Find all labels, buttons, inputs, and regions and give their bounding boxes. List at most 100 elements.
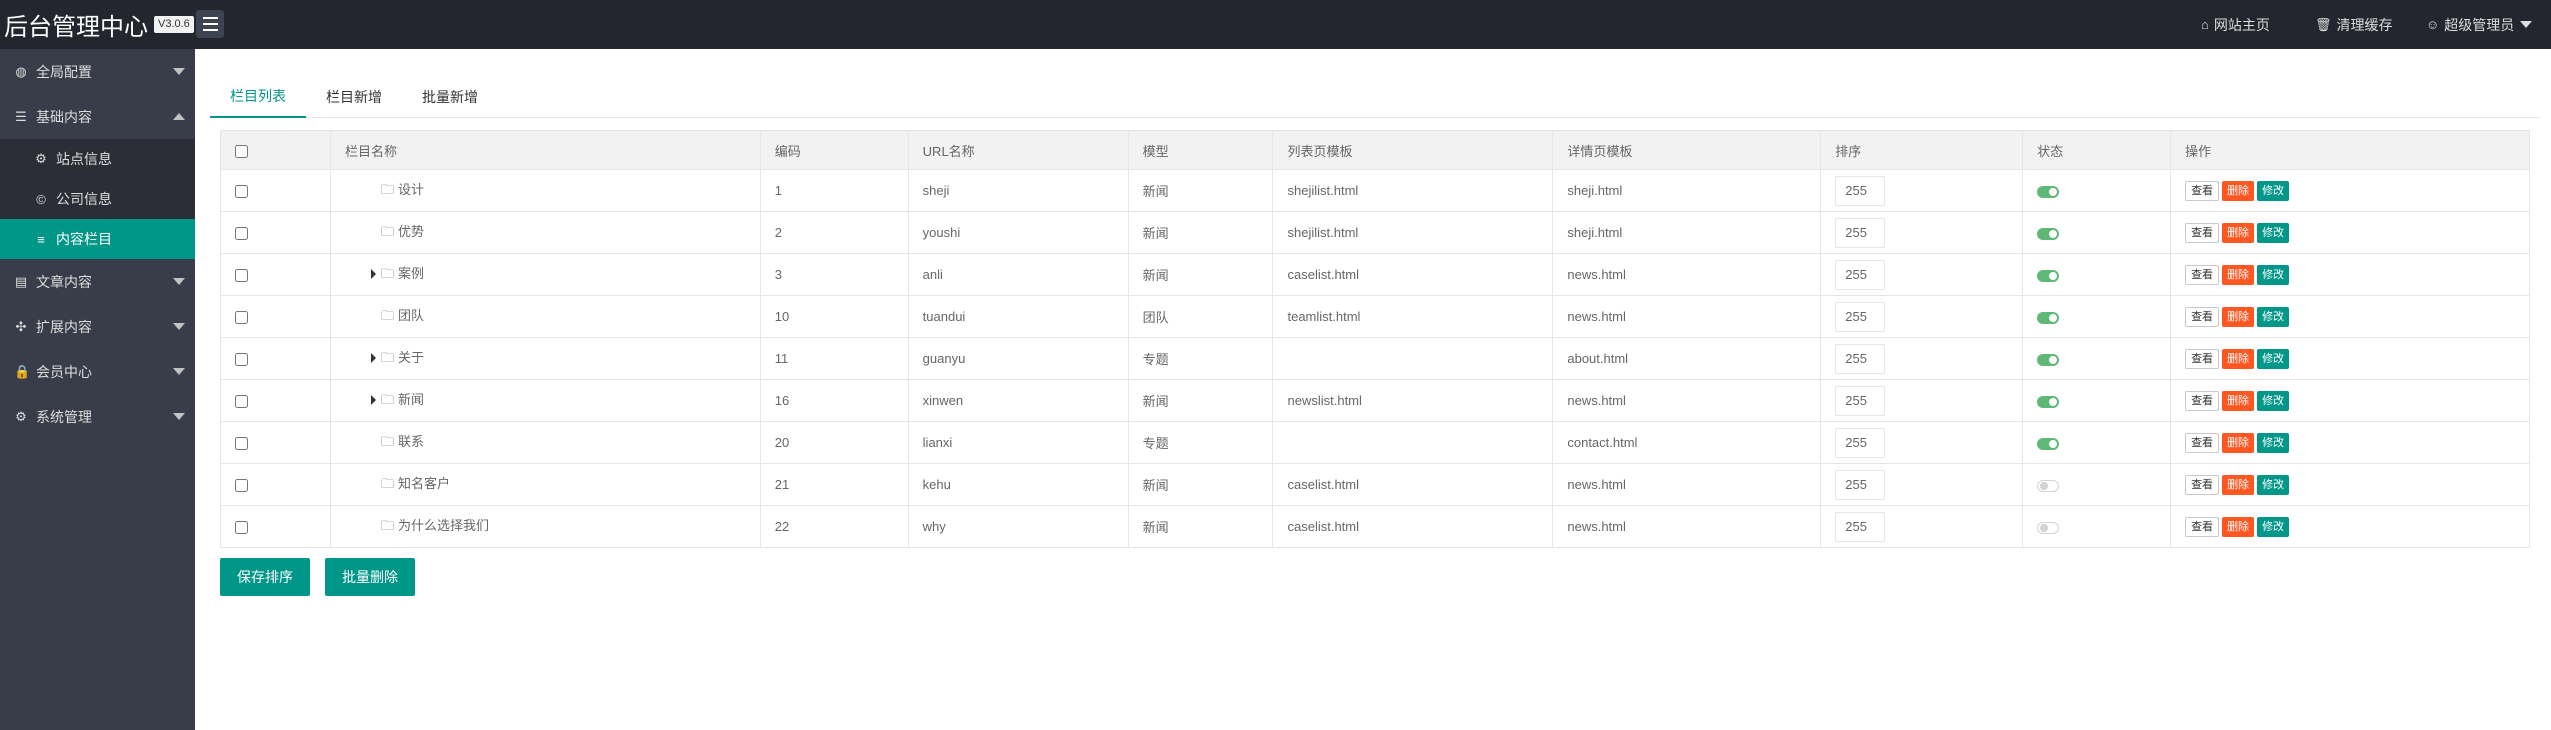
view-button[interactable]: 查看 (2185, 390, 2220, 411)
select-all-checkbox[interactable] (235, 144, 248, 158)
row-checkbox[interactable] (235, 521, 248, 535)
view-button[interactable]: 查看 (2185, 222, 2220, 243)
list-template-cell: caselist.html (1272, 463, 1554, 506)
sidebar-item-extended-content[interactable]: ✣ 扩展内容 (0, 304, 195, 349)
view-button[interactable]: 查看 (2185, 474, 2220, 495)
status-toggle[interactable] (2037, 395, 2060, 408)
status-cell (2022, 211, 2172, 254)
row-select-cell (220, 379, 331, 422)
copyright-icon: © (36, 191, 46, 207)
row-checkbox[interactable] (235, 311, 248, 325)
sidebar-item-label: 文章内容 (36, 273, 92, 290)
row-checkbox[interactable] (235, 395, 248, 409)
bars-icon: ≡ (37, 231, 45, 247)
sort-input[interactable] (1835, 469, 1886, 500)
sidebar-item-article-content[interactable]: ▤ 文章内容 (0, 259, 195, 304)
sort-input[interactable] (1835, 343, 1886, 374)
row-checkbox[interactable] (235, 227, 248, 241)
status-cell (2022, 253, 2172, 296)
view-button[interactable]: 查看 (2185, 180, 2220, 201)
tab-column-list[interactable]: 栏目列表 (210, 76, 306, 118)
edit-button[interactable]: 修改 (2257, 264, 2290, 285)
user-menu[interactable]: ☺ 超级管理员 (2426, 0, 2533, 49)
sort-input[interactable] (1835, 427, 1886, 458)
edit-button[interactable]: 修改 (2257, 432, 2290, 453)
column-name: 知名客户 (397, 475, 450, 491)
status-toggle[interactable] (2037, 437, 2060, 450)
url-name-cell: anli (907, 253, 1129, 296)
view-button[interactable]: 查看 (2185, 348, 2220, 369)
delete-button[interactable]: 删除 (2222, 222, 2255, 243)
delete-button[interactable]: 删除 (2222, 432, 2255, 453)
status-toggle[interactable] (2037, 521, 2060, 534)
edit-button[interactable]: 修改 (2257, 516, 2290, 537)
list-template-cell: shejilist.html (1272, 211, 1554, 254)
delete-button[interactable]: 删除 (2222, 474, 2255, 495)
row-checkbox[interactable] (235, 479, 248, 493)
view-button[interactable]: 查看 (2185, 264, 2220, 285)
clear-cache-label: 清理缓存 (2336, 16, 2393, 33)
status-toggle[interactable] (2037, 227, 2060, 240)
clear-cache-link[interactable]: 🗑 清理缓存 (2315, 0, 2393, 49)
sidebar-item-site-info[interactable]: ⚙ 站点信息 (0, 139, 195, 179)
expand-arrow-icon[interactable] (370, 353, 376, 364)
view-button[interactable]: 查看 (2185, 516, 2220, 537)
tab-column-add[interactable]: 栏目新增 (306, 76, 402, 118)
tab-batch-add[interactable]: 批量新增 (402, 76, 498, 118)
home-link[interactable]: ⌂ 网站主页 (2201, 0, 2270, 49)
sort-input[interactable] (1835, 385, 1886, 416)
expand-arrow-icon[interactable] (370, 395, 376, 406)
status-toggle[interactable] (2037, 353, 2060, 366)
view-button[interactable]: 查看 (2185, 432, 2220, 453)
row-checkbox[interactable] (235, 437, 248, 451)
delete-button[interactable]: 删除 (2222, 306, 2255, 327)
sidebar-item-company-info[interactable]: © 公司信息 (0, 179, 195, 219)
table-row: 🗀知名客户21kehu新闻caselist.htmlnews.html查看删除修… (220, 463, 2530, 506)
sidebar-item-basic-content[interactable]: ☰ 基础内容 (0, 94, 195, 139)
user-name: 超级管理员 (2444, 16, 2515, 33)
folder-icon: 🗀 (380, 517, 394, 533)
edit-button[interactable]: 修改 (2257, 348, 2290, 369)
status-toggle[interactable] (2037, 269, 2060, 282)
sidebar-toggle-button[interactable] (196, 10, 224, 38)
sidebar-item-content-columns[interactable]: ≡ 内容栏目 (0, 219, 195, 259)
expand-arrow-icon[interactable] (370, 269, 376, 280)
row-checkbox[interactable] (235, 185, 248, 199)
status-toggle[interactable] (2037, 479, 2060, 492)
edit-button[interactable]: 修改 (2257, 474, 2290, 495)
sort-input[interactable] (1835, 259, 1886, 290)
sort-cell (1820, 253, 2024, 296)
sidebar-item-system-management[interactable]: ⚙ 系统管理 (0, 394, 195, 439)
edit-button[interactable]: 修改 (2257, 222, 2290, 243)
table-row: 🗀团队10tuandui团队teamlist.htmlnews.html查看删除… (220, 295, 2530, 338)
edit-button[interactable]: 修改 (2257, 180, 2290, 201)
sort-input[interactable] (1835, 301, 1886, 332)
edit-button[interactable]: 修改 (2257, 306, 2290, 327)
edit-button[interactable]: 修改 (2257, 390, 2290, 411)
sidebar-item-global-config[interactable]: ◍ 全局配置 (0, 49, 195, 94)
sidebar-item-member-center[interactable]: 🔒 会员中心 (0, 349, 195, 394)
folder-icon: 🗀 (380, 391, 394, 407)
sort-input[interactable] (1835, 511, 1886, 542)
delete-button[interactable]: 删除 (2222, 348, 2255, 369)
delete-button[interactable]: 删除 (2222, 390, 2255, 411)
app-logo[interactable]: 后台管理中心 V3.0.6 (4, 0, 194, 49)
save-sort-button[interactable]: 保存排序 (220, 558, 310, 596)
sort-input[interactable] (1835, 217, 1886, 248)
gear-icon: ⚙ (15, 408, 27, 424)
status-toggle[interactable] (2037, 311, 2060, 324)
actions-cell: 查看 删除 修改 (2170, 253, 2530, 296)
status-toggle[interactable] (2037, 185, 2060, 198)
batch-delete-button[interactable]: 批量删除 (325, 558, 415, 596)
column-name-cell: 🗀 知名客户 (329, 463, 761, 506)
delete-button[interactable]: 删除 (2222, 264, 2255, 285)
sort-cell (1820, 211, 2024, 254)
top-header: 后台管理中心 V3.0.6 ⌂ 网站主页 🗑 清理缓存 ☺ 超级管理员 (0, 0, 2551, 49)
sort-input[interactable] (1835, 175, 1886, 206)
delete-button[interactable]: 删除 (2222, 516, 2255, 537)
delete-button[interactable]: 删除 (2222, 180, 2255, 201)
view-button[interactable]: 查看 (2185, 306, 2220, 327)
url-name-cell: why (907, 505, 1129, 548)
row-checkbox[interactable] (235, 269, 248, 283)
row-checkbox[interactable] (235, 353, 248, 367)
